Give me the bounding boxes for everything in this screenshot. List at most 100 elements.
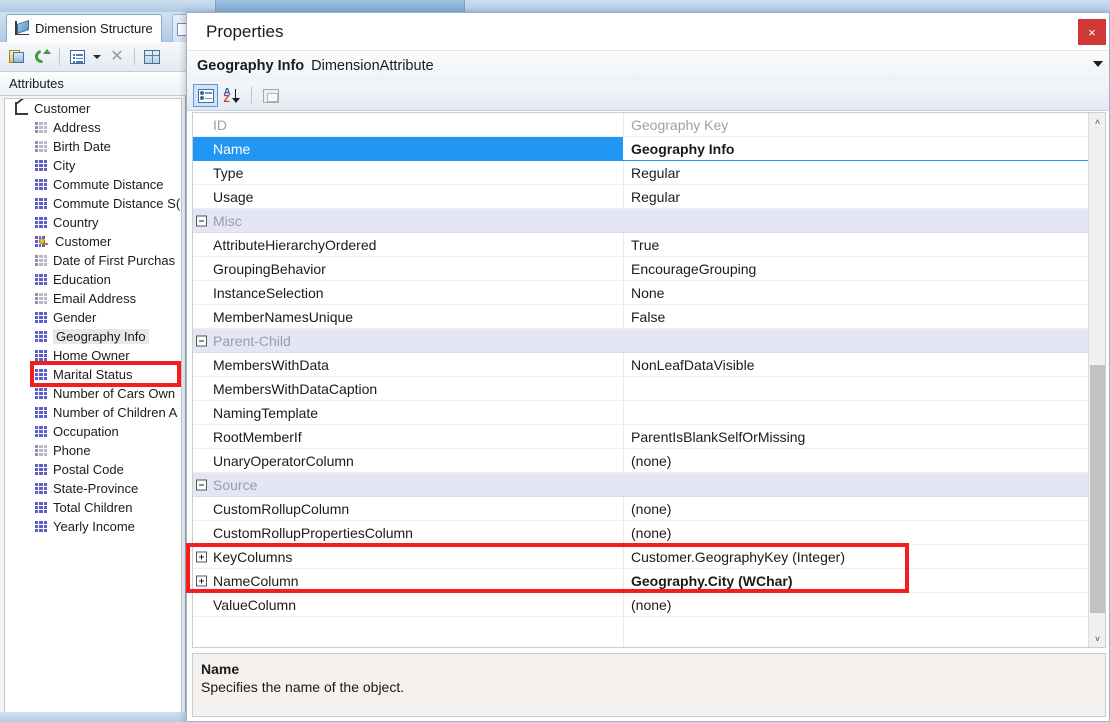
tree-item[interactable]: Home Owner <box>5 346 181 365</box>
alphabetical-sort-button[interactable]: AZ <box>220 84 245 107</box>
show-attributes-dropdown[interactable] <box>90 45 104 69</box>
categorized-view-button[interactable] <box>193 84 218 107</box>
tree-item[interactable]: Occupation <box>5 422 181 441</box>
collapse-minus-icon[interactable] <box>196 215 207 226</box>
property-value[interactable]: EncourageGrouping <box>623 261 1089 277</box>
dimension-structure-icon <box>13 20 30 36</box>
property-row[interactable]: MemberNamesUnique False <box>193 305 1089 329</box>
property-row[interactable]: GroupingBehavior EncourageGrouping <box>193 257 1089 281</box>
tree-item[interactable]: Commute Distance S( <box>5 194 181 213</box>
property-pages-button[interactable] <box>258 84 283 107</box>
tree-item[interactable]: Customer <box>5 232 181 251</box>
tree-item-label: Commute Distance S( <box>53 196 181 211</box>
property-value[interactable]: Geography.City (WChar) <box>623 573 1089 589</box>
property-row[interactable]: UnaryOperatorColumn (none) <box>193 449 1089 473</box>
tree-item[interactable]: Yearly Income <box>5 517 181 536</box>
tree-item[interactable]: Phone <box>5 441 181 460</box>
refresh-button[interactable] <box>30 45 54 69</box>
scrollbar-thumb[interactable] <box>1090 365 1105 613</box>
tree-item[interactable]: Commute Distance <box>5 175 181 194</box>
property-value[interactable]: True <box>623 237 1089 253</box>
property-grid-scrollbar[interactable]: ˄ ˅ <box>1088 113 1105 647</box>
property-value[interactable]: NonLeafDataVisible <box>623 357 1089 373</box>
expand-plus-icon[interactable] <box>196 551 207 562</box>
collapse-minus-icon[interactable] <box>196 479 207 490</box>
property-group-header[interactable]: Parent-Child <box>193 329 1089 353</box>
property-value[interactable]: None <box>623 285 1089 301</box>
property-row[interactable]: MembersWithDataCaption <box>193 377 1089 401</box>
property-group-header[interactable]: Misc <box>193 209 1089 233</box>
property-value[interactable]: (none) <box>623 525 1089 541</box>
tree-item-label: Birth Date <box>53 139 111 154</box>
tab-label: Dimension Structure <box>35 21 153 36</box>
tree-item[interactable]: Number of Cars Own <box>5 384 181 403</box>
property-name: NameColumn <box>213 572 299 589</box>
tab-dimension-structure[interactable]: Dimension Structure <box>6 14 162 42</box>
property-row[interactable]: KeyColumns Customer.GeographyKey (Integer… <box>193 545 1089 569</box>
tree-item[interactable]: City <box>5 156 181 175</box>
attribute-icon <box>35 292 47 305</box>
scroll-up-arrow-icon[interactable]: ˄ <box>1089 113 1105 130</box>
tree-item[interactable]: Marital Status <box>5 365 181 384</box>
property-row[interactable]: NamingTemplate <box>193 401 1089 425</box>
dimension-structure-panel: Dimension Structure ✕ Attributes Custome… <box>0 12 188 722</box>
attribute-icon <box>35 311 47 324</box>
property-value[interactable]: Geography Key <box>623 117 1089 133</box>
tree-item[interactable]: Email Address <box>5 289 181 308</box>
tree-item-label: Marital Status <box>53 367 133 382</box>
show-attributes-button[interactable] <box>65 45 89 69</box>
property-grid[interactable]: ID Geography Key Name Geography Info Type Reg… <box>192 112 1106 648</box>
property-row[interactable]: CustomRollupPropertiesColumn (none) <box>193 521 1089 545</box>
tree-item[interactable]: Total Children <box>5 498 181 517</box>
property-row[interactable]: MembersWithData NonLeafDataVisible <box>193 353 1089 377</box>
show-data-source-view-button[interactable] <box>140 45 164 69</box>
tree-item[interactable]: Education <box>5 270 181 289</box>
property-value[interactable]: (none) <box>623 453 1089 469</box>
properties-title: Properties <box>206 21 284 41</box>
tree-item[interactable]: Postal Code <box>5 460 181 479</box>
property-value[interactable]: Regular <box>623 189 1089 205</box>
tree-item[interactable]: Gender <box>5 308 181 327</box>
property-row[interactable]: AttributeHierarchyOrdered True <box>193 233 1089 257</box>
tree-item[interactable]: Address <box>5 118 181 137</box>
property-row[interactable]: CustomRollupColumn (none) <box>193 497 1089 521</box>
object-name: Geography Info <box>197 58 305 74</box>
property-row[interactable]: Type Regular <box>193 161 1089 185</box>
tree-item-label: Number of Children A <box>53 405 178 420</box>
tree-root-customer[interactable]: Customer <box>5 99 181 118</box>
property-value[interactable]: (none) <box>623 501 1089 517</box>
property-name: RootMemberIf <box>213 428 302 445</box>
property-value[interactable]: ParentIsBlankSelfOrMissing <box>623 429 1089 445</box>
property-value[interactable]: False <box>623 309 1089 325</box>
property-value[interactable]: Geography Info <box>623 141 1089 157</box>
property-row[interactable]: Usage Regular <box>193 185 1089 209</box>
tree-item[interactable]: Date of First Purchas <box>5 251 181 270</box>
property-row[interactable]: RootMemberIf ParentIsBlankSelfOrMissing <box>193 425 1089 449</box>
property-row[interactable]: ValueColumn (none) <box>193 593 1089 617</box>
tree-item-label: Total Children <box>53 500 133 515</box>
attributes-tree[interactable]: Customer Address Birth Date City Commute Di… <box>4 98 182 720</box>
property-row[interactable]: InstanceSelection None <box>193 281 1089 305</box>
expand-plus-icon[interactable] <box>196 575 207 586</box>
dimension-toolbar: ✕ <box>0 42 186 72</box>
tree-item[interactable]: Geography Info <box>5 327 181 346</box>
property-row[interactable]: Name Geography Info <box>193 137 1105 161</box>
close-button[interactable]: × <box>1078 19 1106 45</box>
property-value[interactable]: Regular <box>623 165 1089 181</box>
tree-item[interactable]: Birth Date <box>5 137 181 156</box>
collapse-minus-icon[interactable] <box>196 335 207 346</box>
tree-item[interactable]: Country <box>5 213 181 232</box>
property-group-header[interactable]: Source <box>193 473 1089 497</box>
property-value[interactable]: (none) <box>623 597 1089 613</box>
delete-button[interactable]: ✕ <box>105 45 129 69</box>
object-selector-chevron-down-icon[interactable] <box>1093 61 1103 67</box>
tree-item[interactable]: State-Province <box>5 479 181 498</box>
property-value[interactable]: Customer.GeographyKey (Integer) <box>623 549 1089 565</box>
scroll-down-arrow-icon[interactable]: ˅ <box>1089 630 1105 647</box>
property-row[interactable]: ID Geography Key <box>193 113 1089 137</box>
property-row[interactable]: NameColumn Geography.City (WChar) <box>193 569 1089 593</box>
tree-item-list: Address Birth Date City Commute Distance Com… <box>5 118 181 536</box>
tree-item[interactable]: Number of Children A <box>5 403 181 422</box>
dimension-icon <box>13 99 29 116</box>
new-attribute-button[interactable] <box>5 45 29 69</box>
